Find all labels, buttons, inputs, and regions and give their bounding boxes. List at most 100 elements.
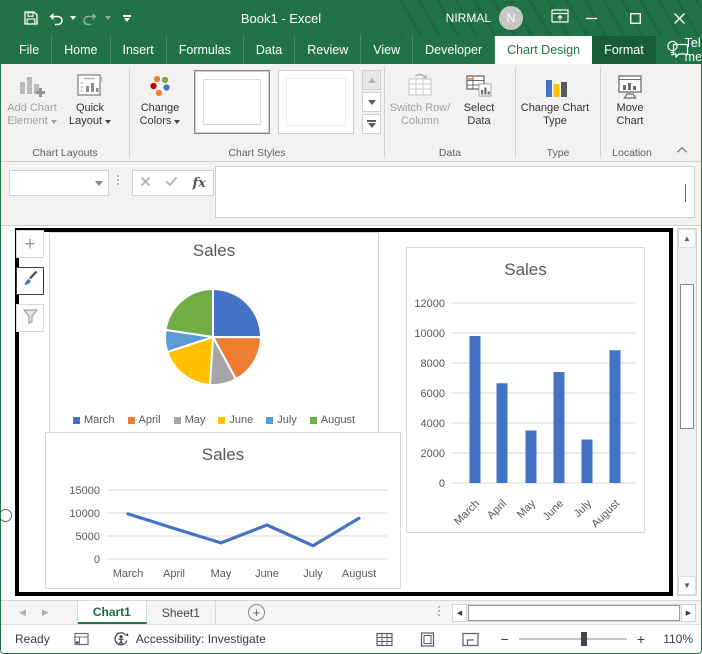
move-chart-button[interactable]: Move Chart: [603, 67, 657, 128]
tab-format[interactable]: Format: [592, 36, 656, 64]
pie-plot[interactable]: [50, 233, 378, 432]
chart-styles-button[interactable]: [16, 267, 44, 295]
bar-may[interactable]: [525, 430, 537, 484]
bar-june[interactable]: [553, 372, 565, 483]
sheet-tab-chart1[interactable]: Chart1: [77, 601, 147, 624]
bar-april[interactable]: [496, 383, 508, 483]
name-box-dropdown[interactable]: [90, 171, 108, 195]
bar-plot[interactable]: 0 2000 4000 6000 8000 10000 12000 March April May…: [407, 248, 644, 532]
tab-developer[interactable]: Developer: [413, 36, 496, 64]
chart-filters-button[interactable]: [16, 304, 44, 332]
pie-legend[interactable]: March April May June July August: [50, 414, 378, 426]
pie-chart-title[interactable]: Sales: [50, 241, 378, 261]
legend-item-august[interactable]: August: [309, 414, 355, 426]
change-chart-type-button[interactable]: Change Chart Type: [518, 67, 592, 128]
bar-chart[interactable]: Sales 0 2000 4000 6000 8000 10000 12000 March Ap…: [406, 247, 645, 533]
vertical-scrollbar[interactable]: ▲ ▼: [677, 228, 697, 596]
minimize-button[interactable]: [569, 0, 613, 36]
gallery-scroll-down-button[interactable]: [362, 92, 381, 112]
undo-dropdown-chevron[interactable]: [70, 16, 76, 20]
legend-item-april[interactable]: April: [127, 414, 161, 426]
tab-insert[interactable]: Insert: [111, 36, 167, 64]
page-break-preview-icon[interactable]: [462, 632, 479, 647]
accessibility-icon[interactable]: [113, 631, 129, 647]
chevron-up-icon: [685, 184, 686, 202]
tab-data[interactable]: Data: [244, 36, 296, 64]
insert-function-icon[interactable]: fx: [193, 176, 206, 191]
bar-march[interactable]: [469, 336, 481, 483]
formula-buttons: fx: [132, 170, 214, 196]
tab-home[interactable]: Home: [52, 36, 111, 64]
switch-row-column-icon: [406, 70, 434, 102]
sheet-tab-sheet1[interactable]: Sheet1: [147, 601, 216, 624]
change-colors-label: Change Colors: [139, 102, 180, 127]
zoom-out-button[interactable]: −: [501, 631, 509, 647]
tab-review[interactable]: Review: [295, 36, 362, 64]
zoom-slider-thumb[interactable]: [580, 632, 587, 646]
page-layout-view-icon[interactable]: [419, 631, 436, 647]
formula-bar-collapse-button[interactable]: [685, 184, 686, 203]
new-sheet-button[interactable]: +: [247, 604, 265, 621]
next-sheet-icon: ▶: [41, 607, 49, 617]
account[interactable]: NIRMAL N: [446, 6, 523, 30]
pie-slice-august[interactable]: [164, 287, 214, 339]
horizontal-scrollbar-thumb[interactable]: [468, 605, 680, 621]
tab-file[interactable]: File: [7, 36, 53, 64]
quick-layout-icon: [76, 70, 104, 102]
bar-july[interactable]: [581, 439, 593, 484]
sheet-navigation: ◀ ▶: [19, 601, 49, 624]
bar-august[interactable]: [609, 350, 621, 483]
chart-style-thumbnail-2[interactable]: [278, 70, 354, 134]
legend-item-may[interactable]: May: [173, 414, 205, 426]
change-colors-button[interactable]: Change Colors: [132, 67, 188, 128]
status-bar: Ready Accessibility: Investigate − + 110…: [1, 624, 701, 653]
x-tick-label: April: [163, 568, 185, 580]
formula-input[interactable]: [215, 166, 695, 218]
scroll-right-button[interactable]: ▶: [681, 605, 695, 621]
name-box[interactable]: [9, 170, 109, 196]
scroll-left-button[interactable]: ◀: [453, 605, 467, 621]
vertical-scrollbar-thumb[interactable]: [680, 284, 694, 429]
zoom-in-button[interactable]: +: [637, 631, 645, 647]
accessibility-status[interactable]: Accessibility: Investigate: [136, 632, 266, 646]
customize-qat-icon[interactable]: [123, 14, 131, 22]
undo-icon[interactable]: [45, 9, 66, 28]
close-button[interactable]: [657, 0, 701, 36]
normal-view-icon[interactable]: [376, 632, 393, 647]
tab-formulas[interactable]: Formulas: [167, 36, 244, 64]
gallery-more-button[interactable]: [362, 114, 381, 134]
collapse-ribbon-button[interactable]: [675, 143, 691, 157]
avatar[interactable]: N: [499, 6, 523, 30]
tab-view[interactable]: View: [361, 36, 414, 64]
quick-layout-button[interactable]: Quick Layout: [61, 67, 119, 128]
resize-handle[interactable]: [1, 509, 12, 522]
scroll-down-button[interactable]: ▼: [678, 576, 696, 595]
line-chart-title[interactable]: Sales: [46, 445, 400, 465]
select-data-button[interactable]: Select Data: [453, 67, 505, 128]
zoom-level[interactable]: 110%: [657, 632, 693, 646]
pie-chart[interactable]: Sales March April May June July August: [49, 232, 379, 433]
y-tick-label: 10000: [414, 328, 445, 340]
scroll-up-button[interactable]: ▲: [678, 229, 696, 248]
zoom-slider[interactable]: [518, 632, 627, 646]
x-tick-label: July: [572, 497, 595, 520]
legend-item-june[interactable]: June: [218, 414, 253, 426]
horizontal-scrollbar[interactable]: ◀ ▶: [452, 604, 696, 622]
legend-item-march[interactable]: March: [72, 414, 115, 426]
comments-icon[interactable]: [672, 36, 689, 64]
macro-record-icon[interactable]: [74, 632, 89, 646]
ribbon-display-options-icon[interactable]: [551, 8, 569, 29]
chart-style-thumbnail-1[interactable]: [194, 70, 270, 134]
x-tick-label: March: [113, 568, 144, 580]
name-box-input[interactable]: [10, 171, 90, 195]
maximize-button[interactable]: [613, 0, 657, 36]
bar-chart-title[interactable]: Sales: [407, 260, 644, 280]
line-chart[interactable]: Sales 0 5000 10000 15000 March April May June Ju…: [45, 432, 401, 589]
sales-line-series[interactable]: [126, 512, 361, 548]
legend-item-july[interactable]: July: [266, 414, 297, 426]
pie-slice-march[interactable]: [212, 287, 263, 339]
chart-elements-button[interactable]: +: [16, 230, 44, 258]
tab-chart-design[interactable]: Chart Design: [495, 36, 593, 64]
tab-bar-separator: [438, 606, 440, 616]
save-icon[interactable]: [21, 8, 41, 28]
